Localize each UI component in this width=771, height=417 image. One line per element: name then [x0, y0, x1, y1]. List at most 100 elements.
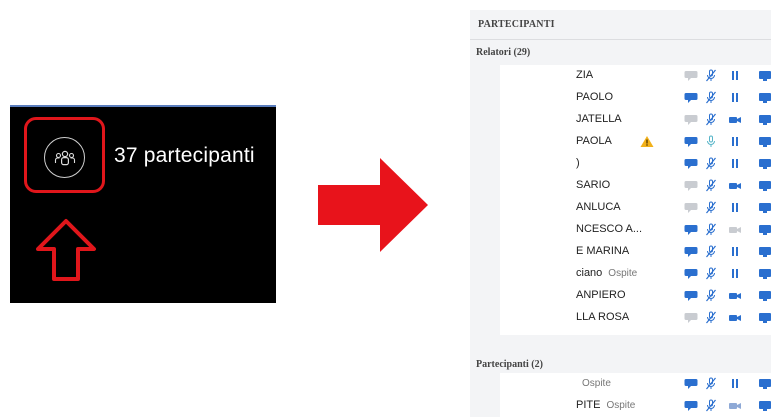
camera-icon[interactable] [728, 399, 742, 412]
pause-icon[interactable] [728, 91, 742, 104]
screen-share-icon[interactable] [758, 223, 771, 236]
chat-icon[interactable] [684, 135, 698, 148]
screen-share-icon[interactable] [758, 135, 771, 148]
participant-row[interactable]: ciano Ospite [500, 263, 771, 285]
participant-row[interactable]: ANLUCA [500, 197, 771, 219]
microphone-muted-icon[interactable] [704, 311, 718, 324]
participant-row[interactable]: PITE Ospite [500, 395, 771, 417]
chat-icon[interactable] [684, 289, 698, 302]
pause-icon[interactable] [728, 135, 742, 148]
speakers-group-header[interactable]: Relatori (29) [476, 47, 530, 58]
microphone-muted-icon[interactable] [704, 157, 718, 170]
chat-icon[interactable] [684, 201, 698, 214]
guest-badge: Ospite [606, 400, 636, 411]
participant-name-text: PAOLO [576, 91, 614, 103]
participant-name: ANLUCA [576, 201, 621, 213]
pause-icon[interactable] [728, 377, 742, 390]
participants-group-header[interactable]: Partecipanti (2) [476, 359, 543, 370]
participant-count-label: 37 partecipanti [114, 144, 255, 167]
participant-row[interactable]: SARIO [500, 175, 771, 197]
up-arrow-outline-icon [36, 219, 96, 281]
chat-icon[interactable] [684, 69, 698, 82]
camera-icon[interactable] [728, 223, 742, 236]
pause-icon[interactable] [728, 157, 742, 170]
chat-icon[interactable] [684, 91, 698, 104]
microphone-muted-icon[interactable] [704, 179, 718, 192]
participant-row[interactable]: PAOLO [500, 87, 771, 109]
screen-share-icon[interactable] [758, 245, 771, 258]
microphone-muted-icon[interactable] [704, 201, 718, 214]
screen-share-icon[interactable] [758, 69, 771, 82]
participant-row[interactable]: ZIA [500, 65, 771, 87]
participant-row[interactable]: E MARINA [500, 241, 771, 263]
screen-share-icon[interactable] [758, 91, 771, 104]
right-arrow-icon [318, 158, 428, 252]
participant-row[interactable]: NCESCO A... [500, 219, 771, 241]
microphone-muted-icon[interactable] [704, 267, 718, 280]
chat-icon[interactable] [684, 311, 698, 324]
participant-name-text: ZIA [576, 69, 594, 81]
participant-name-text: NCESCO A... [576, 223, 643, 235]
chat-icon[interactable] [684, 267, 698, 280]
chat-icon[interactable] [684, 113, 698, 126]
screen-share-icon[interactable] [758, 267, 771, 280]
microphone-muted-icon[interactable] [704, 69, 718, 82]
warning-icon [640, 136, 654, 147]
participant-name-text: E MARINA [576, 245, 630, 257]
chat-icon[interactable] [684, 157, 698, 170]
chat-icon[interactable] [684, 377, 698, 390]
camera-icon[interactable] [728, 311, 742, 324]
pause-icon[interactable] [728, 245, 742, 258]
divider [470, 39, 771, 40]
participant-name-text: ANPIERO [576, 289, 626, 301]
participant-name: ciano Ospite [576, 267, 637, 279]
participant-name-text: PITE [576, 399, 601, 411]
participant-row[interactable]: PAOLA [500, 131, 771, 153]
camera-icon[interactable] [728, 289, 742, 302]
microphone-muted-icon[interactable] [704, 135, 718, 148]
participant-name-text: ANLUCA [576, 201, 621, 213]
participant-name-text: JATELLA [576, 113, 622, 125]
participant-row[interactable]: ANPIERO [500, 285, 771, 307]
chat-icon[interactable] [684, 223, 698, 236]
screen-share-icon[interactable] [758, 311, 771, 324]
participant-name: Ospite [576, 377, 611, 389]
microphone-muted-icon[interactable] [704, 289, 718, 302]
microphone-muted-icon[interactable] [704, 245, 718, 258]
screen-share-icon[interactable] [758, 113, 771, 126]
camera-icon[interactable] [728, 179, 742, 192]
camera-icon[interactable] [728, 113, 742, 126]
microphone-muted-icon[interactable] [704, 91, 718, 104]
microphone-muted-icon[interactable] [704, 399, 718, 412]
meeting-toolbar: 37 partecipanti [10, 105, 276, 303]
microphone-muted-icon[interactable] [704, 223, 718, 236]
participants-button[interactable] [44, 137, 85, 178]
screen-share-icon[interactable] [758, 289, 771, 302]
panel-title: PARTECIPANTI [478, 19, 555, 30]
participant-name: ) [576, 157, 580, 169]
participant-row[interactable]: LLA ROSA [500, 307, 771, 329]
guest-badge: Ospite [608, 268, 638, 279]
chat-icon[interactable] [684, 179, 698, 192]
microphone-muted-icon[interactable] [704, 113, 718, 126]
screen-share-icon[interactable] [758, 399, 771, 412]
participant-name: ZIA [576, 69, 593, 81]
screen-share-icon[interactable] [758, 179, 771, 192]
microphone-muted-icon[interactable] [704, 377, 718, 390]
screen-share-icon[interactable] [758, 201, 771, 214]
participants-list: Ospite PITE Ospite [500, 373, 771, 417]
participant-name: NCESCO A... [576, 223, 642, 235]
chat-icon[interactable] [684, 399, 698, 412]
pause-icon[interactable] [728, 201, 742, 214]
participant-name-text: SARIO [576, 179, 611, 191]
pause-icon[interactable] [728, 69, 742, 82]
participants-panel: PARTECIPANTI Relatori (29) ZIA PAOLO JATEL… [470, 10, 771, 417]
stage: 37 partecipanti PARTECIPANTI Relatori (2… [0, 0, 771, 417]
participant-row[interactable]: JATELLA [500, 109, 771, 131]
participant-row[interactable]: ) [500, 153, 771, 175]
chat-icon[interactable] [684, 245, 698, 258]
pause-icon[interactable] [728, 267, 742, 280]
participant-row[interactable]: Ospite [500, 373, 771, 395]
screen-share-icon[interactable] [758, 377, 771, 390]
screen-share-icon[interactable] [758, 157, 771, 170]
